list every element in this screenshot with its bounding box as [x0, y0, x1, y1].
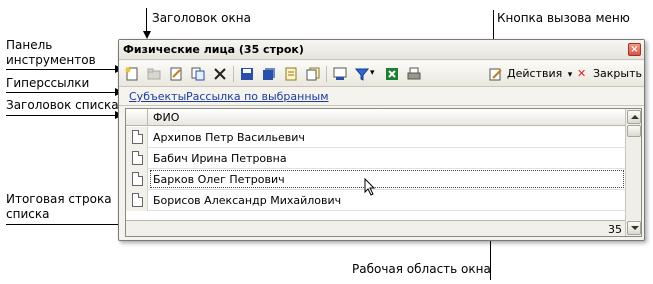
toolbar: ▾ Действия ▾ ✕ Закрыть	[119, 61, 644, 87]
annotation-menu-button: Кнопка вызова меню	[497, 11, 630, 25]
save-all-icon	[263, 68, 275, 80]
row-selector[interactable]	[126, 148, 148, 169]
hyperlinks-bar: Субъекты Рассылка по выбранным	[119, 88, 644, 106]
excel-icon	[386, 68, 398, 80]
edit-icon	[170, 67, 182, 81]
row-fio: Борисов Александр Михайлович	[153, 194, 342, 207]
annotation-total-line2: списка	[6, 207, 50, 221]
document-icon	[132, 151, 143, 165]
actions-icon	[489, 68, 502, 81]
documents-icon	[306, 67, 320, 81]
annotation-total-line1: Итоговая строка	[6, 192, 112, 206]
window-title: Физические лица (35 строк)	[123, 43, 304, 56]
annotation-window-title: Заголовок окна	[152, 11, 251, 25]
copy-icon	[191, 67, 205, 81]
save-icon	[241, 68, 253, 80]
scroll-down-button[interactable]	[627, 221, 641, 235]
arrow-down-icon	[631, 226, 639, 230]
folder-icon	[147, 68, 161, 80]
annotation-arrow-line	[6, 69, 115, 70]
annotation-arrow-line	[6, 92, 115, 93]
mailing-link[interactable]: Рассылка по выбранным	[186, 90, 329, 103]
column-header-fio[interactable]: ФИО	[153, 111, 179, 124]
actions-menu-button[interactable]: Действия ▾	[489, 65, 572, 83]
annotation-arrow-line	[146, 8, 147, 32]
report-button[interactable]	[331, 65, 349, 83]
print-button[interactable]	[405, 65, 423, 83]
mouse-cursor-icon	[364, 178, 376, 196]
filter-icon	[355, 68, 369, 81]
window-close-button[interactable]: ×	[628, 43, 641, 56]
new-document-icon	[125, 67, 138, 81]
header-selector-cell[interactable]	[126, 109, 148, 126]
annotation-arrow-line	[6, 115, 115, 116]
list-header: ФИО	[126, 109, 626, 126]
total-row: 35	[126, 220, 626, 236]
annotation-toolbar-line2: инструментов	[6, 53, 96, 67]
toolbar-separator	[326, 66, 327, 82]
printer-icon	[407, 67, 421, 80]
annotation-hyperlinks: Гиперссылки	[6, 76, 90, 90]
edit-record-button[interactable]	[167, 65, 185, 83]
scroll-thumb[interactable]	[627, 125, 641, 137]
records-grid: ФИО Архипов Петр Васильевич Бабич Ирина …	[125, 108, 642, 237]
subjects-link[interactable]: Субъекты	[129, 90, 186, 103]
copy-record-button[interactable]	[189, 65, 207, 83]
export-excel-button[interactable]	[383, 65, 401, 83]
document-button[interactable]	[282, 65, 300, 83]
actions-dropdown-icon: ▾	[567, 70, 573, 80]
vertical-scrollbar[interactable]	[625, 109, 641, 236]
close-window-button[interactable]: ✕ Закрыть	[575, 65, 642, 83]
save-all-button[interactable]	[260, 65, 278, 83]
filter-button[interactable]: ▾	[353, 65, 379, 83]
table-row[interactable]: Барков Олег Петрович	[126, 169, 626, 190]
toolbar-separator	[233, 66, 234, 82]
annotation-list-header: Заголовок списка	[6, 98, 119, 112]
close-label: Закрыть	[593, 67, 642, 80]
document-icon	[132, 172, 143, 186]
filter-dropdown-icon: ▾	[370, 68, 375, 78]
save-button[interactable]	[238, 65, 256, 83]
row-fio: Барков Олег Петрович	[153, 173, 285, 186]
document-icon	[285, 67, 297, 81]
table-row[interactable]: Бабич Ирина Петровна	[126, 148, 626, 169]
arrow-up-icon	[631, 115, 639, 119]
row-fio: Бабич Ирина Петровна	[153, 152, 287, 165]
document-icon	[132, 193, 143, 207]
report-icon	[333, 67, 347, 80]
delete-icon	[214, 68, 226, 80]
annotation-work-area: Рабочая область окна	[352, 262, 491, 276]
close-icon: ✕	[577, 67, 587, 80]
row-fio: Архипов Петр Васильевич	[153, 131, 305, 144]
folder-button[interactable]	[145, 65, 163, 83]
app-window: Физические лица (35 строк) × ▾ Действия …	[118, 39, 645, 241]
row-selector[interactable]	[126, 190, 148, 211]
documents-button[interactable]	[304, 65, 322, 83]
scroll-up-button[interactable]	[627, 110, 641, 124]
total-count: 35	[608, 223, 622, 236]
annotation-arrow-head	[143, 31, 151, 39]
document-icon	[132, 130, 143, 144]
row-selector[interactable]	[126, 127, 148, 148]
new-record-button[interactable]	[123, 65, 141, 83]
table-row[interactable]: Архипов Петр Васильевич	[126, 127, 626, 148]
annotation-toolbar-line1: Панель	[6, 38, 53, 52]
title-bar[interactable]: Физические лица (35 строк) ×	[119, 40, 644, 60]
actions-menu-label: Действия	[507, 67, 563, 80]
table-row[interactable]: Борисов Александр Михайлович	[126, 190, 626, 211]
delete-record-button[interactable]	[211, 65, 229, 83]
row-selector[interactable]	[126, 169, 148, 190]
